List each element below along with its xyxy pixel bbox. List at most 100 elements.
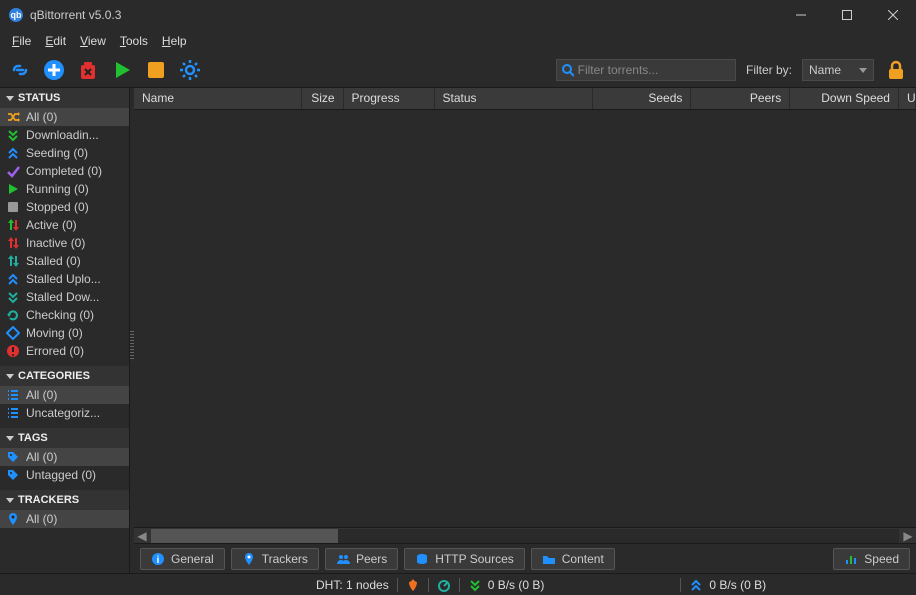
chart-icon — [844, 552, 858, 566]
status-downloading[interactable]: Downloadin... — [0, 126, 129, 144]
minimize-button[interactable] — [778, 0, 824, 30]
caret-down-icon — [6, 496, 14, 504]
sidebar-item-label: Seeding (0) — [26, 146, 88, 160]
settings-button[interactable] — [178, 58, 202, 82]
info-icon: i — [151, 552, 165, 566]
sidebar-item-label: Running (0) — [26, 182, 89, 196]
status-completed[interactable]: Completed (0) — [0, 162, 129, 180]
col-progress[interactable]: Progress — [344, 88, 435, 109]
col-seeds[interactable]: Seeds — [593, 88, 692, 109]
status-moving[interactable]: Moving (0) — [0, 324, 129, 342]
tag-untagged[interactable]: Untagged (0) — [0, 466, 129, 484]
status-seeding[interactable]: Seeding (0) — [0, 144, 129, 162]
diamond-icon — [6, 326, 20, 340]
tab-general[interactable]: i General — [140, 548, 225, 570]
caret-down-icon — [6, 94, 14, 102]
svg-text:qb: qb — [11, 10, 22, 20]
tab-peers[interactable]: Peers — [325, 548, 398, 570]
updown-red-icon — [6, 236, 20, 250]
sidebar-item-label: Moving (0) — [26, 326, 83, 340]
col-name[interactable]: Name — [134, 88, 302, 109]
status-inactive[interactable]: Inactive (0) — [0, 234, 129, 252]
toolbar: Filter by: Name — [0, 52, 916, 88]
menu-help[interactable]: Help — [156, 32, 193, 50]
tab-trackers[interactable]: Trackers — [231, 548, 319, 570]
sidebar-item-label: All (0) — [26, 110, 57, 124]
status-stalled-down[interactable]: Stalled Dow... — [0, 288, 129, 306]
scroll-left-icon[interactable]: ◀ — [134, 528, 150, 544]
tag-all[interactable]: All (0) — [0, 448, 129, 466]
trackers-header[interactable]: TRACKERS — [0, 490, 129, 510]
delete-button[interactable] — [76, 58, 100, 82]
add-link-button[interactable] — [8, 58, 32, 82]
status-up-label: 0 B/s (0 B) — [709, 578, 766, 592]
categories-header[interactable]: CATEGORIES — [0, 366, 129, 386]
filter-search[interactable] — [556, 59, 736, 81]
lock-button[interactable] — [884, 58, 908, 82]
col-peers[interactable]: Peers — [691, 88, 790, 109]
tracker-all[interactable]: All (0) — [0, 510, 129, 528]
col-down[interactable]: Down Speed — [790, 88, 899, 109]
stop-icon — [6, 200, 20, 214]
status-header[interactable]: STATUS — [0, 88, 129, 108]
maximize-button[interactable] — [824, 0, 870, 30]
col-status[interactable]: Status — [435, 88, 593, 109]
tab-label: Content — [562, 552, 604, 566]
double-down-teal-icon — [6, 290, 20, 304]
table-body — [134, 110, 916, 527]
sidebar-item-label: Active (0) — [26, 218, 77, 232]
status-stalled-up[interactable]: Stalled Uplo... — [0, 270, 129, 288]
sidebar-item-label: All (0) — [26, 512, 57, 526]
status-active[interactable]: Active (0) — [0, 216, 129, 234]
col-up[interactable]: Up S — [899, 88, 916, 109]
status-upload[interactable]: 0 B/s (0 B) — [689, 578, 766, 592]
filter-select-value: Name — [809, 63, 841, 77]
sidebar-item-label: All (0) — [26, 450, 57, 464]
tab-speed[interactable]: Speed — [833, 548, 910, 570]
col-size[interactable]: Size — [302, 88, 344, 109]
tab-label: HTTP Sources — [435, 552, 513, 566]
sidebar-item-label: All (0) — [26, 388, 57, 402]
horizontal-scrollbar[interactable]: ◀ ▶ — [134, 527, 916, 543]
status-stalled[interactable]: Stalled (0) — [0, 252, 129, 270]
close-button[interactable] — [870, 0, 916, 30]
menu-file[interactable]: File — [6, 32, 37, 50]
tab-http[interactable]: HTTP Sources — [404, 548, 524, 570]
tags-header[interactable]: TAGS — [0, 428, 129, 448]
sidebar-item-label: Stalled Dow... — [26, 290, 99, 304]
sidebar-item-label: Inactive (0) — [26, 236, 85, 250]
pause-button[interactable] — [144, 58, 168, 82]
menu-edit[interactable]: Edit — [39, 32, 72, 50]
status-checking[interactable]: Checking (0) — [0, 306, 129, 324]
start-button[interactable] — [110, 58, 134, 82]
tag-icon — [6, 468, 20, 482]
tab-label: Speed — [864, 552, 899, 566]
add-torrent-button[interactable] — [42, 58, 66, 82]
category-all[interactable]: All (0) — [0, 386, 129, 404]
menu-tools[interactable]: Tools — [114, 32, 154, 50]
scroll-track[interactable] — [151, 529, 899, 543]
category-uncategorized[interactable]: Uncategoriz... — [0, 404, 129, 422]
status-stopped[interactable]: Stopped (0) — [0, 198, 129, 216]
search-icon — [561, 63, 574, 77]
statusbar: DHT: 1 nodes 0 B/s (0 B) 0 B/s (0 B) — [0, 573, 916, 595]
sidebar-item-label: Stalled Uplo... — [26, 272, 101, 286]
scroll-thumb[interactable] — [151, 529, 338, 543]
server-icon — [415, 552, 429, 566]
scroll-right-icon[interactable]: ▶ — [900, 528, 916, 544]
double-up-icon — [6, 146, 20, 160]
filter-input[interactable] — [578, 63, 731, 77]
speedlimit-icon[interactable] — [437, 578, 451, 592]
tab-label: General — [171, 552, 214, 566]
tab-content[interactable]: Content — [531, 548, 615, 570]
status-download[interactable]: 0 B/s (0 B) — [468, 578, 545, 592]
status-all[interactable]: All (0) — [0, 108, 129, 126]
filter-select[interactable]: Name — [802, 59, 874, 81]
status-errored[interactable]: Errored (0) — [0, 342, 129, 360]
firewall-icon[interactable] — [406, 578, 420, 592]
caret-down-icon — [6, 434, 14, 442]
error-icon — [6, 344, 20, 358]
double-up-blue-icon — [689, 578, 703, 592]
status-running[interactable]: Running (0) — [0, 180, 129, 198]
menu-view[interactable]: View — [74, 32, 112, 50]
